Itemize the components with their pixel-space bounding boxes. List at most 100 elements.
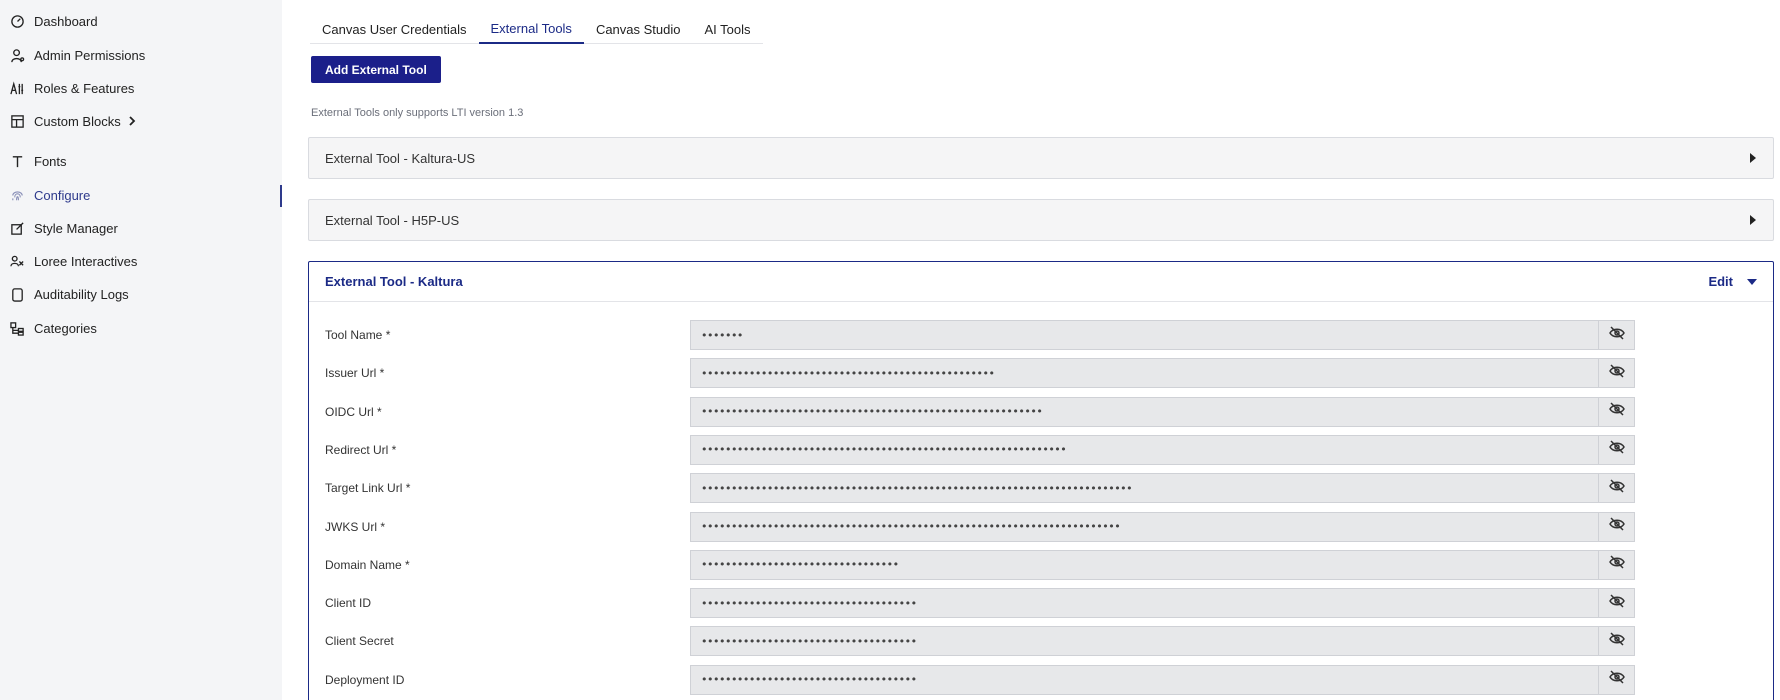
roles-icon [9, 80, 25, 96]
field-label: Issuer Url * [325, 366, 385, 381]
field-row: JWKS Url * [325, 511, 1635, 542]
accordion-title: External Tool - H5P-US [325, 212, 460, 228]
field-row: Domain Name * [325, 549, 1635, 580]
edit-button[interactable]: Edit [1708, 274, 1733, 289]
caret-right-icon [1749, 151, 1757, 166]
sidebar-item-label: Configure [34, 187, 91, 203]
field-label: Domain Name * [325, 557, 410, 572]
field-label: Tool Name * [325, 328, 391, 342]
field-input[interactable] [690, 664, 1598, 695]
sidebar-item-custom-blocks[interactable]: Custom Blocks [9, 111, 137, 131]
sidebar-item-categories[interactable]: Categories [9, 318, 97, 338]
toggle-visibility-button[interactable] [1598, 588, 1635, 619]
eye-slash-icon [1608, 631, 1625, 652]
main-content: Canvas User Credentials External Tools C… [282, 0, 1780, 700]
sidebar-item-label: Custom Blocks [34, 113, 121, 129]
sidebar-item-fonts[interactable]: Fonts [9, 151, 67, 171]
field-input[interactable] [690, 434, 1598, 465]
fingerprint-icon [9, 187, 25, 203]
accordion-h5p-us: External Tool - H5P-US [308, 199, 1774, 241]
accordion-kaltura: External Tool - Kaltura Edit Tool Name *… [308, 261, 1774, 700]
caret-down-icon[interactable] [1747, 274, 1757, 289]
sidebar-item-style-manager[interactable]: Style Manager [9, 218, 118, 238]
sidebar-item-dashboard[interactable]: Dashboard [9, 11, 98, 31]
eye-slash-icon [1608, 669, 1625, 690]
tab-ai-tools[interactable]: AI Tools [693, 15, 763, 43]
toggle-visibility-button[interactable] [1598, 473, 1635, 504]
tab-bar: Canvas User Credentials External Tools C… [310, 15, 763, 44]
interactives-icon [9, 253, 25, 269]
lti-version-note: External Tools only supports LTI version… [311, 107, 524, 119]
field-row: Client Secret [325, 626, 1635, 657]
sidebar-item-loree-interactives[interactable]: Loree Interactives [9, 251, 137, 271]
sidebar-item-admin-permissions[interactable]: Admin Permissions [9, 45, 145, 65]
blocks-icon [9, 113, 25, 129]
accordion-header[interactable]: External Tool - Kaltura Edit [309, 262, 1773, 302]
sidebar-item-configure[interactable]: Configure [9, 185, 90, 205]
sidebar: Dashboard Admin Permissions Roles & Feat… [0, 0, 282, 700]
caret-right-icon [1749, 213, 1757, 228]
accordion-title: External Tool - Kaltura [325, 274, 463, 289]
field-label: JWKS Url * [325, 519, 385, 534]
toggle-visibility-button[interactable] [1598, 358, 1635, 389]
field-input[interactable] [690, 549, 1598, 580]
field-input[interactable] [690, 396, 1598, 427]
toggle-visibility-button[interactable] [1598, 626, 1635, 657]
field-row: OIDC Url * [325, 396, 1635, 427]
field-input[interactable] [690, 588, 1598, 619]
edit-icon [9, 220, 25, 236]
field-input[interactable] [690, 626, 1598, 657]
field-row: Tool Name * [325, 320, 1635, 350]
categories-icon [9, 320, 25, 336]
accordion-kaltura-us: External Tool - Kaltura-US [308, 137, 1774, 179]
accordion-header[interactable]: External Tool - Kaltura-US [309, 138, 1773, 178]
eye-slash-icon [1608, 325, 1625, 346]
accordion-title: External Tool - Kaltura-US [325, 150, 476, 166]
user-key-icon [9, 47, 25, 63]
eye-slash-icon [1608, 593, 1625, 614]
sidebar-item-label: Dashboard [34, 13, 98, 29]
font-icon [9, 153, 25, 169]
field-label: Redirect Url * [325, 442, 397, 457]
gauge-icon [9, 13, 25, 29]
field-row: Target Link Url * [325, 473, 1635, 504]
field-label: Deployment ID [325, 672, 405, 687]
field-label: Client ID [325, 596, 372, 611]
field-input[interactable] [690, 358, 1598, 389]
field-label: Client Secret [325, 634, 394, 649]
sidebar-item-label: Auditability Logs [34, 286, 129, 302]
sidebar-item-roles-features[interactable]: Roles & Features [9, 78, 134, 98]
accordion-header[interactable]: External Tool - H5P-US [309, 200, 1773, 240]
field-input[interactable] [690, 511, 1598, 542]
eye-slash-icon [1608, 516, 1625, 537]
sidebar-item-label: Fonts [34, 153, 67, 169]
field-input[interactable] [690, 473, 1598, 504]
clipboard-icon [9, 286, 25, 302]
sidebar-item-label: Style Manager [34, 220, 118, 236]
eye-slash-icon [1608, 401, 1625, 422]
tab-canvas-user-credentials[interactable]: Canvas User Credentials [310, 15, 479, 43]
tab-canvas-studio[interactable]: Canvas Studio [584, 15, 693, 43]
eye-slash-icon [1608, 478, 1625, 499]
field-label: OIDC Url * [325, 404, 382, 419]
sidebar-item-auditability-logs[interactable]: Auditability Logs [9, 284, 129, 304]
field-input[interactable] [690, 320, 1598, 350]
field-label: Target Link Url * [325, 481, 411, 496]
toggle-visibility-button[interactable] [1598, 664, 1635, 695]
toggle-visibility-button[interactable] [1598, 511, 1635, 542]
toggle-visibility-button[interactable] [1598, 549, 1635, 580]
toggle-visibility-button[interactable] [1598, 434, 1635, 465]
sidebar-item-label: Admin Permissions [34, 47, 146, 63]
tab-external-tools[interactable]: External Tools [478, 15, 584, 44]
sidebar-item-label: Roles & Features [34, 80, 135, 96]
add-external-tool-button[interactable]: Add External Tool [311, 56, 441, 83]
field-row: Issuer Url * [325, 358, 1635, 389]
field-row: Client ID [325, 588, 1635, 619]
sidebar-item-label: Loree Interactives [34, 253, 138, 269]
field-row: Redirect Url * [325, 434, 1635, 465]
eye-slash-icon [1608, 363, 1625, 384]
eye-slash-icon [1608, 439, 1625, 460]
field-row: Deployment ID [325, 664, 1635, 695]
toggle-visibility-button[interactable] [1598, 320, 1635, 350]
toggle-visibility-button[interactable] [1598, 396, 1635, 427]
